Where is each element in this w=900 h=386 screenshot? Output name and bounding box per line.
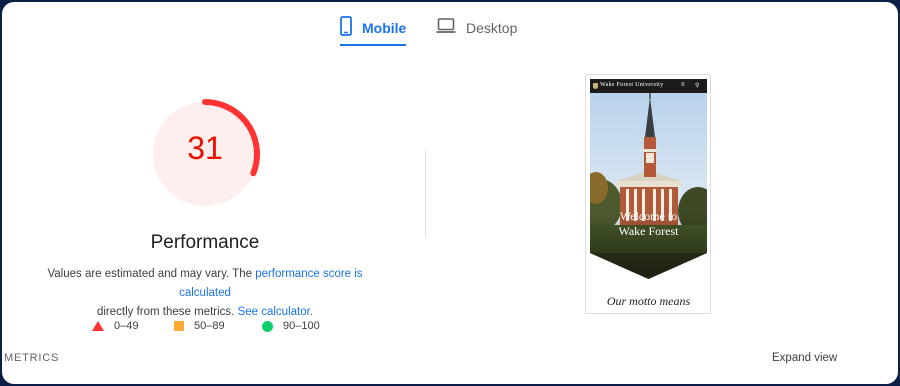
legend-label-average: 50–89 (194, 320, 225, 332)
hero-line-2: Wake Forest (618, 224, 679, 238)
hamburger-menu-icon: ≡ (681, 82, 685, 88)
hero-heading: Welcome to Wake Forest (590, 209, 707, 239)
vertical-divider (425, 150, 426, 238)
see-calculator-link[interactable]: See calculator. (238, 306, 313, 318)
tab-mobile-label: Mobile (362, 20, 407, 36)
tab-active-underline (340, 44, 406, 46)
legend-item-fail: 0–49 (92, 318, 138, 334)
shield-logo-icon (593, 83, 598, 89)
performance-score: 31 (187, 130, 223, 166)
desc-text-1: Values are estimated and may vary. The (47, 268, 256, 280)
site-header-bar: Wake Forest University ≡ ⚲ (590, 79, 707, 93)
performance-description: Values are estimated and may vary. The p… (22, 265, 388, 322)
search-icon: ⚲ (695, 83, 700, 89)
performance-title: Performance (150, 232, 260, 253)
motto-heading: Our motto means (606, 294, 691, 308)
laptop-icon (436, 17, 456, 39)
tab-desktop[interactable]: Desktop (436, 12, 526, 44)
legend-item-average: 50–89 (174, 318, 225, 334)
tab-mobile[interactable]: Mobile (340, 12, 407, 46)
legend-item-pass: 90–100 (262, 318, 320, 334)
site-brand-name: Wake Forest University (600, 82, 664, 88)
device-tabs: Mobile Desktop (2, 2, 898, 46)
page-screenshot-preview: Wake Forest University ≡ ⚲ Welcome to Wa… (585, 74, 711, 314)
legend-label-pass: 90–100 (283, 320, 320, 332)
square-icon (174, 321, 184, 331)
expand-view-button[interactable]: Expand view (772, 352, 837, 364)
circle-icon (262, 320, 273, 332)
hero-image (590, 93, 707, 279)
triangle-icon (92, 321, 104, 331)
smartphone-icon (340, 15, 352, 41)
legend-label-fail: 0–49 (114, 320, 139, 332)
score-legend: 0–49 50–89 90–100 (92, 318, 392, 334)
page-frame: Mobile Desktop 31 Performance Values are… (2, 2, 898, 384)
metrics-section-label: METRICS (4, 352, 60, 364)
desc-text-2: directly from these metrics. (96, 306, 238, 318)
tab-desktop-label: Desktop (466, 20, 518, 36)
hero-line-1: Welcome to (619, 209, 678, 223)
